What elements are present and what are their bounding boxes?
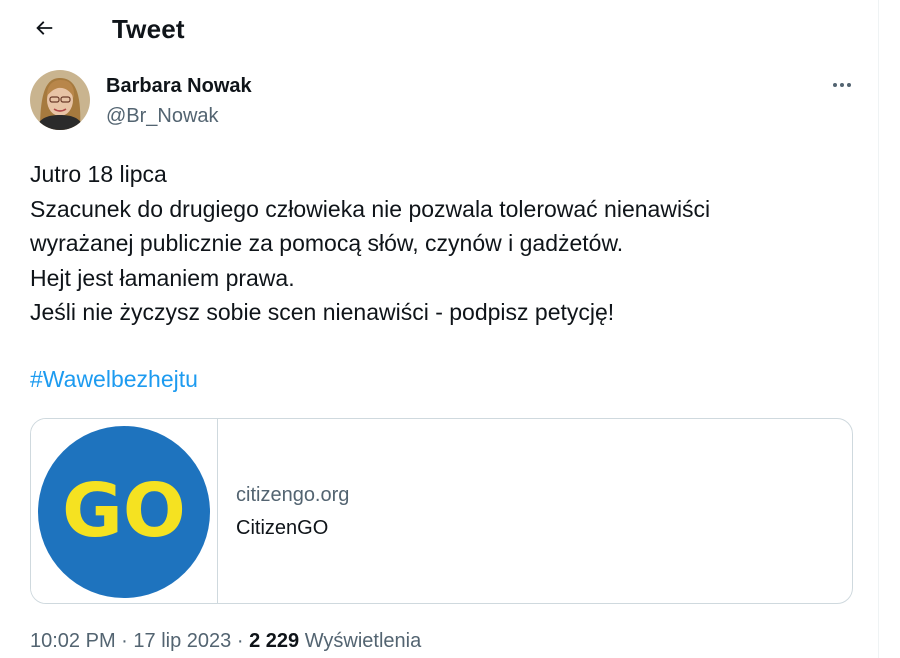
citizengo-logo: GO bbox=[38, 426, 210, 598]
tweet-text-line: Szacunek do drugiego człowieka nie pozwa… bbox=[30, 195, 711, 222]
tweet-metadata: 10:02 PM · 17 lip 2023 · 2 229 Wyświetle… bbox=[30, 630, 421, 653]
tweet-date[interactable]: 17 lip 2023 bbox=[133, 630, 231, 652]
link-preview-card[interactable]: GO citizengo.org CitizenGO bbox=[30, 418, 853, 604]
avatar[interactable] bbox=[30, 70, 90, 130]
card-thumbnail: GO bbox=[31, 419, 218, 603]
logo-text: GO bbox=[62, 468, 186, 554]
tweet-author: Barbara Nowak @Br_Nowak bbox=[30, 70, 860, 132]
more-options-button[interactable] bbox=[824, 72, 860, 102]
tweet-text-line: wyrażanej publicznie za pomocą słów, czy… bbox=[30, 230, 624, 256]
more-horizontal-icon bbox=[830, 73, 854, 102]
author-name[interactable]: Barbara Nowak bbox=[106, 75, 252, 98]
column-divider bbox=[878, 0, 879, 658]
tweet-text-line: Jeśli nie życzysz sobie scen nienawiści … bbox=[30, 299, 615, 325]
separator: · bbox=[236, 630, 244, 652]
views-label: Wyświetlenia bbox=[304, 630, 422, 652]
tweet-text-line: Hejt jest łamaniem prawa. bbox=[30, 264, 295, 291]
arrow-left-icon bbox=[33, 17, 55, 44]
views-count: 2 229 bbox=[249, 630, 300, 652]
tweet-text: Jutro 18 lipca Szacunek do drugiego czło… bbox=[30, 157, 870, 330]
page-title: Tweet bbox=[112, 14, 185, 44]
separator: · bbox=[121, 630, 128, 652]
header-bar: Tweet bbox=[0, 0, 878, 60]
card-title: CitizenGO bbox=[236, 517, 329, 539]
author-handle[interactable]: @Br_Nowak bbox=[106, 105, 219, 128]
tweet-time[interactable]: 10:02 PM bbox=[30, 630, 116, 652]
tweet-text-line: Jutro 18 lipca bbox=[30, 161, 167, 187]
back-button[interactable] bbox=[26, 12, 62, 48]
hashtag-link[interactable]: #Wawelbezhejtu bbox=[30, 366, 198, 393]
card-domain: citizengo.org bbox=[236, 484, 350, 506]
